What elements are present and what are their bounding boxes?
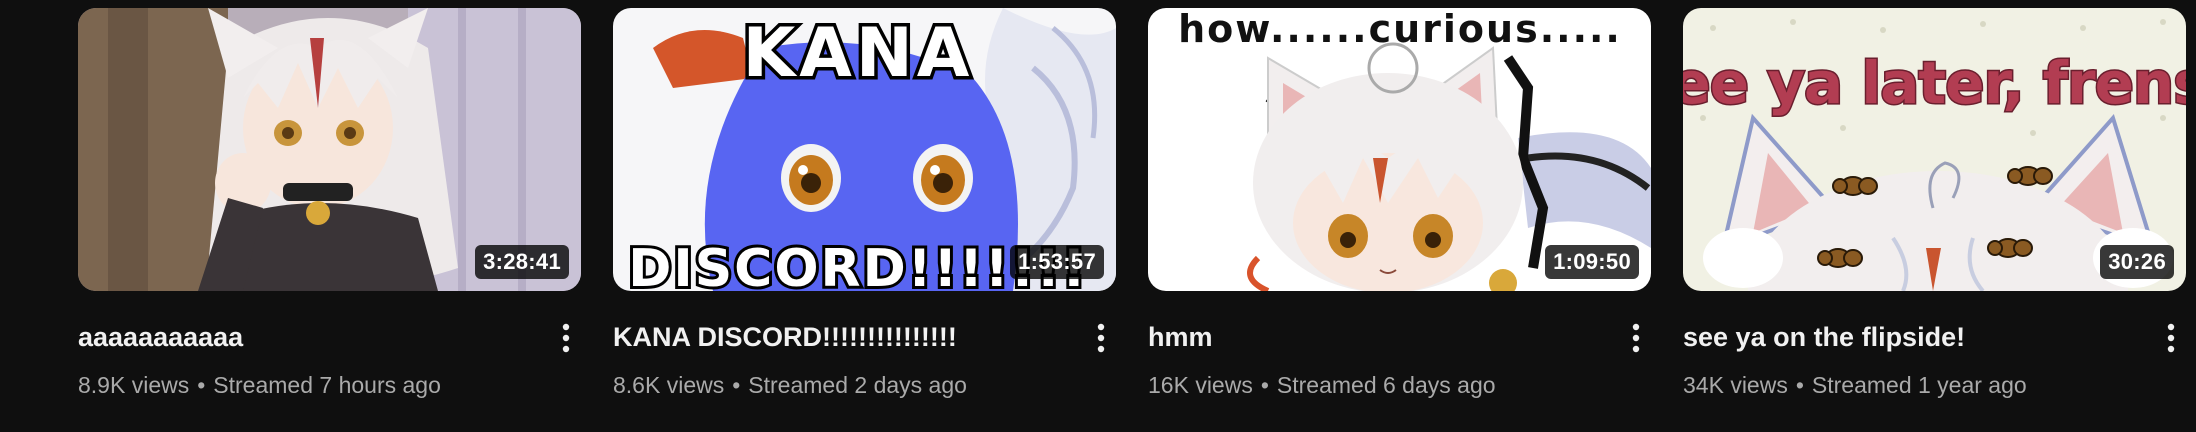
thumb-caption: how......curious..... [1178, 8, 1622, 51]
view-count: 16K views [1148, 372, 1253, 398]
video-thumbnail[interactable]: how......curious..... 1:09:50 [1148, 8, 1651, 291]
more-vert-icon[interactable] [1621, 318, 1651, 358]
more-vert-icon[interactable] [551, 318, 581, 358]
video-duration: 1:09:50 [1545, 245, 1639, 279]
video-duration: 30:26 [2100, 245, 2174, 279]
video-duration: 3:28:41 [475, 245, 569, 279]
video-meta: see ya on the flipside! 34K views • Stream… [1683, 318, 2186, 400]
view-count: 34K views [1683, 372, 1788, 398]
video-card: KANA DISCORD!!!!!!! 1:53:57 KANA DISCORD… [613, 8, 1116, 428]
video-title[interactable]: KANA DISCORD!!!!!!!!!!!!!!! [613, 318, 1116, 356]
video-stats: 8.9K views • Streamed 7 hours ago [78, 370, 581, 400]
video-card: see ya later, frens! 30:26 see ya on the… [1683, 8, 2186, 428]
video-thumbnail[interactable]: 3:28:41 [78, 8, 581, 291]
video-meta: hmm 16K views • Streamed 6 days ago [1148, 318, 1651, 400]
separator-dot: • [732, 372, 741, 398]
video-meta: aaaaaaaaaaa 8.9K views • Streamed 7 hours … [78, 318, 581, 400]
separator-dot: • [197, 372, 206, 398]
video-stats: 16K views • Streamed 6 days ago [1148, 370, 1651, 400]
view-count: 8.9K views [78, 372, 190, 398]
stream-date: Streamed 1 year ago [1811, 372, 2027, 398]
stream-date: Streamed 6 days ago [1276, 372, 1496, 398]
video-thumbnail[interactable]: KANA DISCORD!!!!!!! 1:53:57 [613, 8, 1116, 291]
more-vert-icon[interactable] [2156, 318, 2186, 358]
stream-date: Streamed 2 days ago [748, 372, 967, 398]
video-stats: 34K views • Streamed 1 year ago [1683, 370, 2186, 400]
thumb-title-top: KANA [743, 14, 974, 93]
video-stats: 8.6K views • Streamed 2 days ago [613, 370, 1116, 400]
video-grid: 3:28:41 aaaaaaaaaaa 8.9K views • Streamed … [0, 0, 2196, 432]
separator-dot: • [1260, 372, 1269, 398]
more-vert-icon[interactable] [1086, 318, 1116, 358]
video-duration: 1:53:57 [1010, 245, 1104, 279]
video-title[interactable]: hmm [1148, 318, 1651, 356]
video-card: how......curious..... 1:09:50 hmm 16K vi… [1148, 8, 1651, 428]
video-meta: KANA DISCORD!!!!!!!!!!!!!!! 8.6K views • S… [613, 318, 1116, 400]
video-card: 3:28:41 aaaaaaaaaaa 8.9K views • Streamed … [78, 8, 581, 428]
video-thumbnail[interactable]: see ya later, frens! 30:26 [1683, 8, 2186, 291]
video-title[interactable]: see ya on the flipside! [1683, 318, 2186, 356]
view-count: 8.6K views [613, 372, 725, 398]
video-title[interactable]: aaaaaaaaaaa [78, 318, 581, 356]
thumb-caption: see ya later, frens! [1683, 49, 2186, 117]
separator-dot: • [1795, 372, 1804, 398]
stream-date: Streamed 7 hours ago [213, 372, 441, 398]
